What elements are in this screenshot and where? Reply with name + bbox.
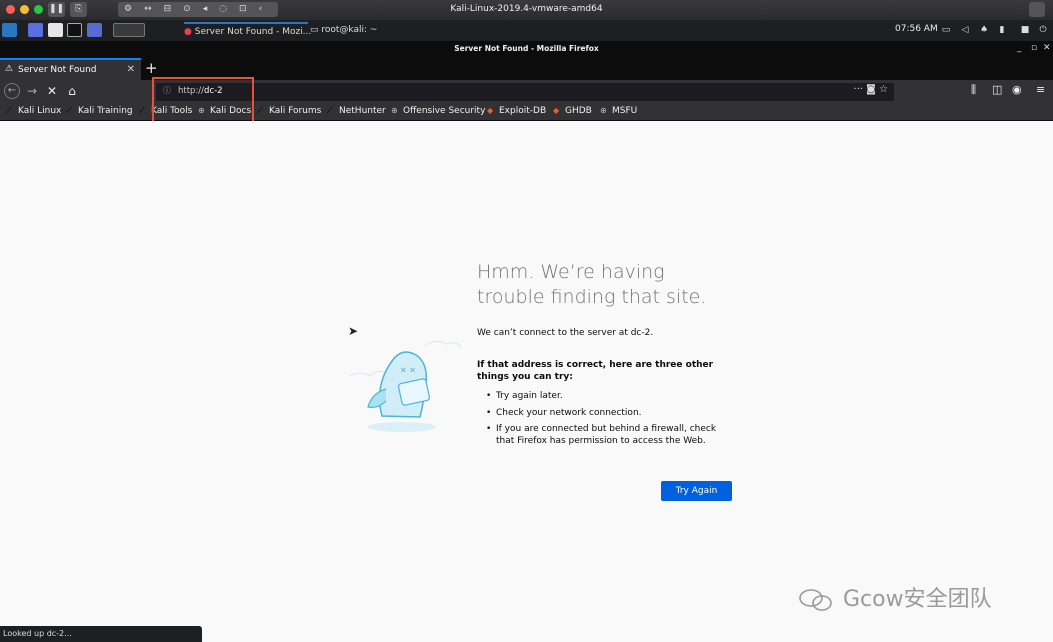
stop-button[interactable]: ✕ xyxy=(44,83,60,99)
list-item: Check your network connection. xyxy=(486,408,736,420)
tab-close-icon[interactable]: ✕ xyxy=(127,64,135,75)
wechat-icon xyxy=(799,589,832,611)
clock[interactable]: 07:56 AM xyxy=(895,24,938,34)
terminal-icon[interactable] xyxy=(67,23,82,37)
exploitdb-icon: ◆ xyxy=(553,106,560,115)
suggestion-list: Try again later. Check your network conn… xyxy=(486,391,736,452)
mouse-cursor-icon: ➤ xyxy=(348,324,359,338)
lock-icon[interactable]: ■ xyxy=(1020,25,1030,35)
vm-fullscreen-button[interactable] xyxy=(1029,2,1045,17)
address-bar[interactable]: ⓘ http://dc-2 ··· ◙ ☆ xyxy=(156,83,894,101)
watermark: Gcow安全团队 xyxy=(796,581,992,613)
kali-taskbar: ● Server Not Found - Mozi... ▭ root@kali… xyxy=(0,20,1053,41)
minimize-icon[interactable]: _ xyxy=(1017,43,1022,53)
error-title: Hmm. We’re having trouble finding that s… xyxy=(477,261,707,308)
bookmark-label: Kali Linux xyxy=(18,106,62,116)
new-tab-button[interactable]: + xyxy=(145,59,158,77)
globe-icon: ⊕ xyxy=(600,106,607,115)
kali-dragon-icon: ⟋ xyxy=(139,106,145,115)
menu-icon[interactable]: ≡ xyxy=(1036,83,1045,96)
tab-label: Server Not Found xyxy=(18,65,97,75)
volume-icon[interactable]: ◁ xyxy=(960,25,970,35)
bookmark-kali-training[interactable]: ⟋ Kali Training xyxy=(66,106,133,116)
bookmark-offensive-security[interactable]: ⊕ Offensive Security xyxy=(391,106,485,116)
task-label: root@kali: ~ xyxy=(321,25,378,35)
kali-dragon-icon: ⟋ xyxy=(257,106,263,115)
bookmark-label: NetHunter xyxy=(339,106,386,116)
svg-text:✕ ✕: ✕ ✕ xyxy=(400,366,416,375)
kali-dragon-icon: ⟋ xyxy=(6,106,12,115)
power-icon[interactable]: ⏻ xyxy=(1038,25,1048,35)
error-description: We can’t connect to the server at dc-2. xyxy=(477,328,654,338)
firefox-icon: ● xyxy=(184,27,192,37)
forward-button[interactable]: → xyxy=(24,83,40,99)
vmware-toolbar: ❚❚ ⎘ ⚙↔⊟⊙◂◌⊡‹ Kali-Linux-2019.4-vmware-a… xyxy=(0,0,1053,20)
account-icon[interactable]: ◉ xyxy=(1012,83,1022,96)
page-actions: ··· ◙ ☆ xyxy=(853,84,888,95)
home-button[interactable]: ⌂ xyxy=(64,83,80,99)
close-icon[interactable]: ✕ xyxy=(1043,43,1051,53)
bookmark-ghdb[interactable]: ◆ GHDB xyxy=(553,106,592,116)
firefox-titlebar: Server Not Found - Mozilla Firefox _ ▫ ✕ xyxy=(0,41,1053,58)
status-bar: Looked up dc-2... xyxy=(0,626,202,642)
display-icon[interactable]: ▭ xyxy=(941,25,951,35)
terminal-small-icon: ▭ xyxy=(310,25,319,35)
back-button[interactable]: ← xyxy=(4,83,20,99)
warning-icon: ⚠ xyxy=(5,64,14,74)
bookmark-label: MSFU xyxy=(612,106,638,116)
bookmark-exploit-db[interactable]: ◆ Exploit-DB xyxy=(487,106,546,116)
try-again-button[interactable]: Try Again xyxy=(661,481,732,501)
error-subtitle: If that address is correct, here are thr… xyxy=(477,360,714,382)
globe-icon: ⊕ xyxy=(391,106,398,115)
error-page: ✕ ✕ ➤ Hmm. We’re having trouble finding … xyxy=(0,121,1053,642)
library-icon[interactable]: ⫼ xyxy=(971,83,976,97)
tab-server-not-found[interactable]: ⚠ Server Not Found ✕ xyxy=(0,58,141,80)
window-title: Server Not Found - Mozilla Firefox xyxy=(454,44,599,53)
battery-icon[interactable]: ▮ xyxy=(997,25,1007,35)
exploitdb-icon: ◆ xyxy=(487,106,494,115)
kali-menu-icon[interactable] xyxy=(2,23,17,37)
bookmark-kali-forums[interactable]: ⟋ Kali Forums xyxy=(257,106,321,116)
bookmark-nethunter[interactable]: ⟋ NetHunter xyxy=(327,106,386,116)
pocket-icon[interactable]: ◙ xyxy=(866,84,876,95)
url-highlight-box xyxy=(152,77,254,126)
desktop-icon[interactable] xyxy=(28,23,43,37)
burp-icon[interactable] xyxy=(87,23,102,37)
list-item: Try again later. xyxy=(486,391,736,403)
taskbar-task-terminal[interactable]: ▭ root@kali: ~ xyxy=(310,22,377,39)
kali-dragon-icon: ⟋ xyxy=(327,106,333,115)
list-item: If you are connected but behind a firewa… xyxy=(486,424,736,447)
bookmark-label: Kali Forums xyxy=(269,106,322,116)
kali-dragon-icon: ⟋ xyxy=(66,106,72,115)
bookmark-label: Exploit-DB xyxy=(499,106,547,116)
bookmark-label: Offensive Security xyxy=(403,106,486,116)
bookmark-kali-linux[interactable]: ⟋ Kali Linux xyxy=(6,106,61,116)
watermark-text: Gcow安全团队 xyxy=(843,587,992,612)
bookmark-label: Kali Training xyxy=(78,106,133,116)
page-actions-icon[interactable]: ··· xyxy=(853,84,863,95)
sidebar-icon[interactable]: ◫ xyxy=(992,83,1002,96)
firefox-launcher-icon[interactable] xyxy=(113,23,145,37)
files-icon[interactable] xyxy=(48,23,63,37)
bookmark-label: GHDB xyxy=(565,106,592,116)
notifications-icon[interactable]: ♠ xyxy=(979,25,989,35)
taskbar-task-firefox[interactable]: ● Server Not Found - Mozi... xyxy=(184,22,311,39)
maximize-icon[interactable]: ▫ xyxy=(1031,43,1037,53)
bookmark-msfu[interactable]: ⊕ MSFU xyxy=(600,106,637,116)
error-dinosaur-illustration: ✕ ✕ xyxy=(349,340,462,432)
bookmark-star-icon[interactable]: ☆ xyxy=(879,84,888,95)
vm-window-title: Kali-Linux-2019.4-vmware-amd64 xyxy=(450,4,603,14)
task-label: Server Not Found - Mozi... xyxy=(194,27,312,37)
